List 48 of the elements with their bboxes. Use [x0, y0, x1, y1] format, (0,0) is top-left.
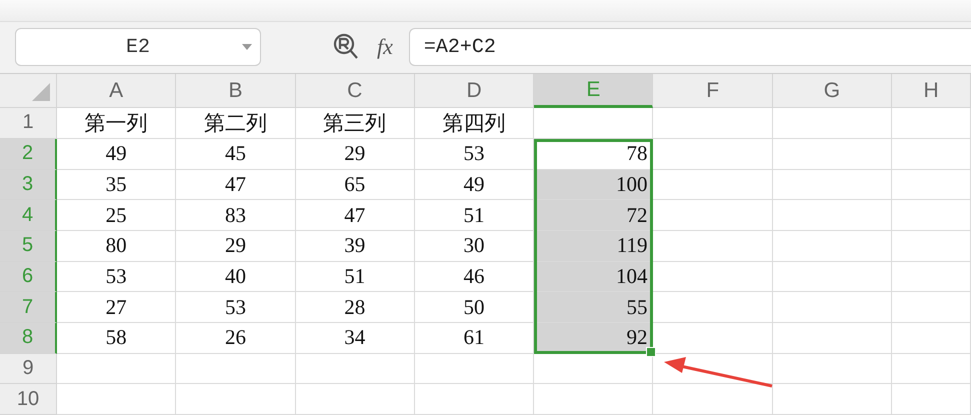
table-cell: 46 [414, 262, 534, 292]
table-cell: 45 [176, 138, 296, 170]
name-box[interactable]: E2 [15, 28, 261, 66]
column-header[interactable]: C [296, 74, 415, 108]
table-cell: 29 [176, 230, 296, 262]
table-cell: 49 [57, 138, 176, 170]
table-cell: 65 [296, 170, 415, 200]
table-cell: 53 [57, 262, 176, 292]
row-header[interactable]: 9 [0, 354, 57, 384]
table-cell: 28 [296, 292, 415, 323]
column-header[interactable]: D [414, 74, 534, 108]
table-cell: 51 [414, 200, 534, 231]
table-cell: 53 [414, 138, 534, 170]
table-cell: 第二列 [176, 108, 296, 139]
table-cell: 50 [414, 292, 534, 323]
zoom-icon[interactable] [333, 33, 359, 62]
table-cell: 35 [57, 170, 176, 200]
row-header[interactable]: 10 [0, 384, 57, 415]
table-cell: 25 [57, 200, 176, 231]
table-cell: 49 [414, 170, 534, 200]
table-cell: 第三列 [296, 108, 415, 139]
table-cell: 27 [57, 292, 176, 323]
row-header[interactable]: 1 [0, 108, 57, 139]
table-cell: 第一列 [57, 108, 176, 139]
function-icon[interactable]: fx [377, 34, 393, 60]
column-header[interactable]: H [892, 74, 971, 108]
fill-handle[interactable] [646, 346, 656, 357]
table-cell: 83 [176, 200, 296, 231]
formula-field[interactable]: =A2+C2 [408, 28, 971, 66]
table-cell: 39 [296, 230, 415, 262]
table-cell: 51 [296, 262, 415, 292]
table-cell: 47 [176, 170, 296, 200]
column-header[interactable]: B [176, 74, 296, 108]
table-cell: 61 [414, 322, 534, 354]
table-cell: 47 [296, 200, 415, 231]
table-cell: 30 [414, 230, 534, 262]
table-cell: 80 [57, 230, 176, 262]
table-cell: 29 [296, 138, 415, 170]
caret-icon [242, 44, 252, 50]
table-cell: 40 [176, 262, 296, 292]
table-cell: 58 [57, 322, 176, 354]
table-cell: 53 [176, 292, 296, 323]
table-cell: 第四列 [414, 108, 534, 139]
table-cell: 34 [296, 322, 415, 354]
table-cell: 26 [176, 322, 296, 354]
column-header[interactable]: A [57, 74, 176, 108]
column-header[interactable]: G [772, 74, 892, 108]
column-header[interactable]: F [653, 74, 773, 108]
